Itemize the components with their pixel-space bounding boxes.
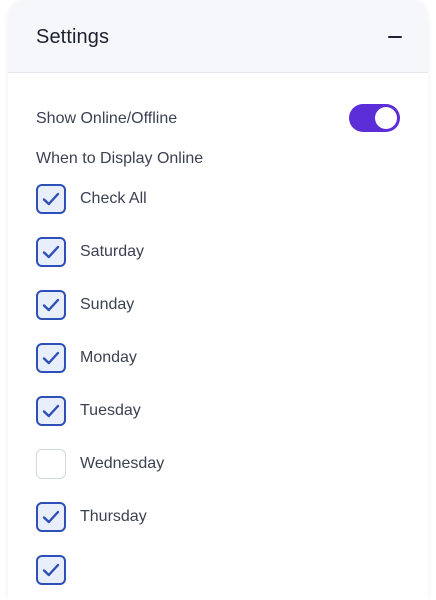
day-checkbox-item[interactable]: Check All (36, 184, 164, 237)
checkbox[interactable] (36, 555, 66, 585)
checkmark-icon (42, 298, 60, 312)
day-checkbox-item[interactable]: Thursday (36, 502, 164, 555)
settings-header: Settings (8, 0, 428, 73)
checkbox[interactable] (36, 502, 66, 532)
day-checkbox-item[interactable]: Tuesday (36, 396, 164, 449)
day-checkbox-item[interactable]: Saturday (36, 237, 164, 290)
show-online-label: Show Online/Offline (36, 110, 178, 127)
panel-title: Settings (36, 26, 110, 48)
day-checkbox-item[interactable]: Sunday (36, 290, 164, 343)
collapse-button[interactable] (382, 24, 408, 50)
checkbox[interactable] (36, 237, 66, 267)
checkbox-label: Thursday (80, 508, 147, 525)
checkbox-label: Saturday (80, 243, 145, 260)
checkbox-label: Monday (80, 349, 137, 366)
checkbox[interactable] (36, 184, 66, 214)
checkmark-icon (42, 245, 60, 259)
day-checkbox-item[interactable]: Monday (36, 343, 164, 396)
checkbox-label: Tuesday (80, 402, 141, 419)
checkbox[interactable] (36, 449, 66, 479)
checkbox-label: Sunday (80, 296, 135, 313)
checkbox[interactable] (36, 396, 66, 426)
checkbox-label: Check All (80, 190, 147, 207)
day-checklist: Check All Saturday Sunday Monday Tuesday Wedn… (36, 184, 164, 600)
minus-icon (388, 36, 402, 38)
checkmark-icon (42, 510, 60, 524)
checkmark-icon (42, 404, 60, 418)
checkbox[interactable] (36, 290, 66, 320)
checkmark-icon (42, 563, 60, 577)
toggle-knob (375, 107, 397, 129)
display-online-label: When to Display Online (36, 150, 204, 167)
settings-panel: Settings Show Online/Offline When to Dis… (8, 0, 428, 600)
checkmark-icon (42, 192, 60, 206)
checkmark-icon (42, 351, 60, 365)
show-online-toggle[interactable] (349, 104, 400, 132)
day-checkbox-item[interactable]: Wednesday (36, 449, 164, 502)
checkbox-label: Wednesday (80, 455, 165, 472)
checkbox[interactable] (36, 343, 66, 373)
